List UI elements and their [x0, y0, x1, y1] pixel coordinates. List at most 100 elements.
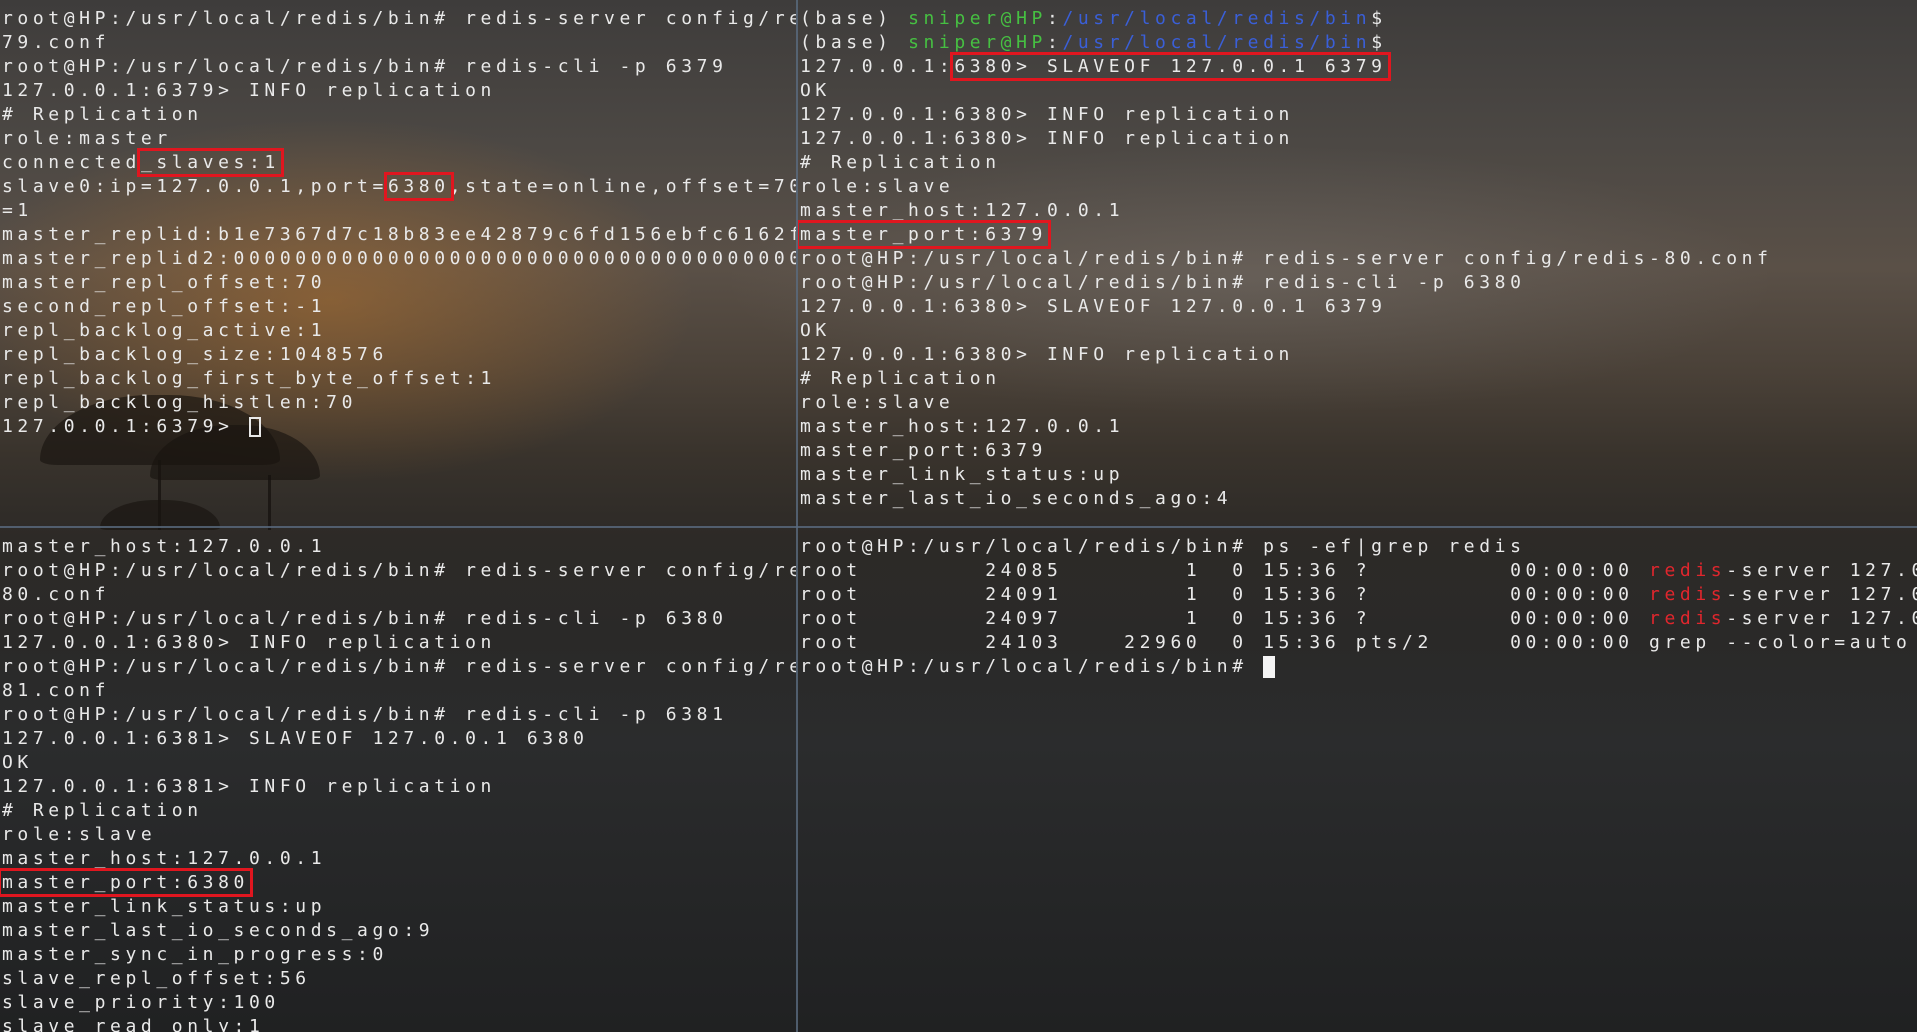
terminal-line: second_repl_offset:-1	[2, 296, 327, 317]
terminal-pane-bottom-left[interactable]: master_host:127.0.0.1 root@HP:/usr/local…	[0, 528, 796, 1032]
prompt-dollar: $	[1371, 32, 1387, 53]
terminal-pane-bottom-right[interactable]: root@HP:/usr/local/redis/bin# ps -ef|gre…	[798, 528, 1917, 1032]
terminal-line: slave_repl_offset:56	[2, 968, 311, 989]
terminal-line: # Replication	[2, 104, 203, 125]
terminal-text: connected	[2, 152, 141, 173]
terminal-line: root@HP:/usr/local/redis/bin# redis-serv…	[2, 8, 796, 29]
terminal-line: master_link_status:up	[800, 464, 1125, 485]
terminal-line: repl_backlog_active:1	[2, 320, 327, 341]
terminal-line: repl_backlog_first_byte_offset:1	[2, 368, 496, 389]
terminal-line: root@HP:/usr/local/redis/bin# redis-serv…	[800, 248, 1773, 269]
terminal-line: master_host:127.0.0.1	[2, 536, 327, 557]
terminal-line: master_replid:b1e7367d7c18b83ee42879c6fd…	[2, 224, 796, 245]
master-port-highlight: master_port:6380	[0, 868, 253, 897]
prompt-user-host: sniper@HP	[908, 32, 1047, 53]
prompt-user-host: sniper@HP	[908, 8, 1047, 29]
process-row: root 24085 1 0 15:36 ? 00:00:00 redis-se…	[798, 559, 1917, 583]
process-info: root 24103 22960 0 15:36 pts/2 00:00:00 …	[800, 632, 1917, 653]
terminal-line: root@HP:/usr/local/redis/bin# ps -ef|gre…	[800, 536, 1526, 557]
terminal-cursor	[1263, 656, 1276, 678]
terminal-line: repl_backlog_histlen:70	[2, 392, 358, 413]
terminal-line: slave_read_only:1	[2, 1016, 265, 1032]
conda-env: (base)	[800, 32, 909, 53]
process-command: -server 127.0.0.1:6381	[1726, 608, 1917, 629]
terminal-line: role:master	[2, 128, 172, 149]
terminal-cursor	[249, 417, 261, 437]
terminal-line: root@HP:/usr/local/redis/bin# redis-cli …	[2, 704, 728, 725]
terminal-line: master_last_io_seconds_ago:9	[2, 920, 435, 941]
terminal-line: root@HP:/usr/local/redis/bin# redis-cli …	[800, 272, 1526, 293]
terminal-line: repl_backlog_size:1048576	[2, 344, 388, 365]
terminal-line: root@HP:/usr/local/redis/bin# redis-cli …	[2, 56, 728, 77]
terminal-line: master_repl_offset:70	[2, 272, 327, 293]
terminal-line: # Replication	[2, 800, 203, 821]
terminal-line: master_replid2:0000000000000000000000000…	[2, 248, 796, 269]
terminal-line: 80.conf	[2, 584, 111, 605]
terminal-line: 127.0.0.1:6380> INFO replication	[2, 632, 496, 653]
terminal-pane-top-left[interactable]: root@HP:/usr/local/redis/bin# redis-serv…	[0, 0, 796, 526]
terminal-line: 127.0.0.1:6380> INFO replication	[800, 104, 1294, 125]
terminal-line: role:slave	[800, 392, 955, 413]
process-row: root 24103 22960 0 15:36 pts/2 00:00:00 …	[798, 631, 1917, 655]
terminal-prompt-line[interactable]: 127.0.0.1:6379>	[0, 415, 796, 439]
conda-env: (base)	[800, 8, 909, 29]
slave-port-highlight: 6380	[383, 172, 454, 201]
terminal-line: master_host:127.0.0.1	[2, 848, 327, 869]
terminal-line: 127.0.0.1:6379> INFO replication	[2, 80, 496, 101]
prompt-colon: :	[1047, 32, 1063, 53]
terminal-line: master_port:6379	[800, 440, 1047, 461]
prompt-path: /usr/local/redis/bin	[1062, 8, 1372, 29]
terminal-prompt: 127.0.0.1:6379>	[2, 416, 249, 437]
grep-match: redis	[1649, 608, 1727, 629]
terminal-text: ,state=online,offset=70,lag	[449, 176, 796, 197]
terminal-prompt-line[interactable]: root@HP:/usr/local/redis/bin#	[798, 655, 1917, 679]
terminal-line: role:slave	[800, 176, 955, 197]
terminal-line: 127.0.0.1:6380> SLAVEOF 127.0.0.1 6379	[800, 296, 1387, 317]
terminal-line: master_port:6380	[0, 868, 796, 897]
prompt-dollar: $	[1371, 8, 1387, 29]
terminal-line: 127.0.0.1:6380> SLAVEOF 127.0.0.1 6379	[798, 52, 1917, 81]
terminal-line: connected_slaves:1	[0, 148, 796, 177]
terminal-line: master_port:6379	[798, 220, 1917, 249]
terminal-line: 127.0.0.1:6381> INFO replication	[2, 776, 496, 797]
master-port-highlight: master_port:6379	[798, 220, 1051, 249]
terminal-line: master_link_status:up	[2, 896, 327, 917]
terminal-line: 127.0.0.1:6381> SLAVEOF 127.0.0.1 6380	[2, 728, 589, 749]
terminal-line: role:slave	[2, 824, 157, 845]
terminal-line: OK	[2, 752, 33, 773]
terminal-line: master_last_io_seconds_ago:4	[800, 488, 1233, 509]
process-info: root 24085 1 0 15:36 ? 00:00:00	[800, 560, 1650, 581]
terminal-line: OK	[800, 320, 831, 341]
terminal-pane-top-right[interactable]: (base) sniper@HP:/usr/local/redis/bin$ (…	[798, 0, 1917, 526]
terminal-line: 127.0.0.1:6380> INFO replication	[800, 128, 1294, 149]
terminal-line: 127.0.0.1:6380> INFO replication	[800, 344, 1294, 365]
terminal-line: 81.conf	[2, 680, 111, 701]
prompt-colon: :	[1047, 8, 1063, 29]
prompt-path: /usr/local/redis/bin	[1062, 32, 1372, 53]
terminal-line: root@HP:/usr/local/redis/bin# redis-serv…	[2, 560, 796, 581]
terminal-line: root@HP:/usr/local/redis/bin# redis-serv…	[2, 656, 796, 677]
terminal-line: 79.conf	[2, 32, 111, 53]
terminal-line: master_host:127.0.0.1	[800, 200, 1125, 221]
terminal-line: master_host:127.0.0.1	[800, 416, 1125, 437]
process-command: -server 127.0.0.1:6380	[1726, 584, 1917, 605]
terminal-line: OK	[800, 80, 831, 101]
process-command: -server 127.0.0.1:6379	[1726, 560, 1917, 581]
grep-match: redis	[1649, 560, 1727, 581]
process-info: root 24097 1 0 15:36 ? 00:00:00	[800, 608, 1650, 629]
terminal-prompt: root@HP:/usr/local/redis/bin#	[800, 656, 1264, 677]
terminal-line: slave0:ip=127.0.0.1,port=6380,state=onli…	[0, 172, 796, 201]
process-row: root 24091 1 0 15:36 ? 00:00:00 redis-se…	[798, 583, 1917, 607]
terminal-line: # Replication	[800, 152, 1001, 173]
shell-prompt-line: (base) sniper@HP:/usr/local/redis/bin$	[798, 31, 1917, 55]
process-row: root 24097 1 0 15:36 ? 00:00:00 redis-se…	[798, 607, 1917, 631]
terminal-line: root@HP:/usr/local/redis/bin# redis-cli …	[2, 608, 728, 629]
terminal-line: # Replication	[800, 368, 1001, 389]
terminal-text: 127.0.0.1:	[800, 56, 955, 77]
process-info: root 24091 1 0 15:36 ? 00:00:00	[800, 584, 1650, 605]
terminal-line: master_sync_in_progress:0	[2, 944, 388, 965]
terminal-line: =1	[2, 200, 33, 221]
terminal-line: slave_priority:100	[2, 992, 280, 1013]
connected-slaves-highlight: _slaves:1	[136, 148, 284, 177]
grep-match: redis	[1649, 584, 1727, 605]
